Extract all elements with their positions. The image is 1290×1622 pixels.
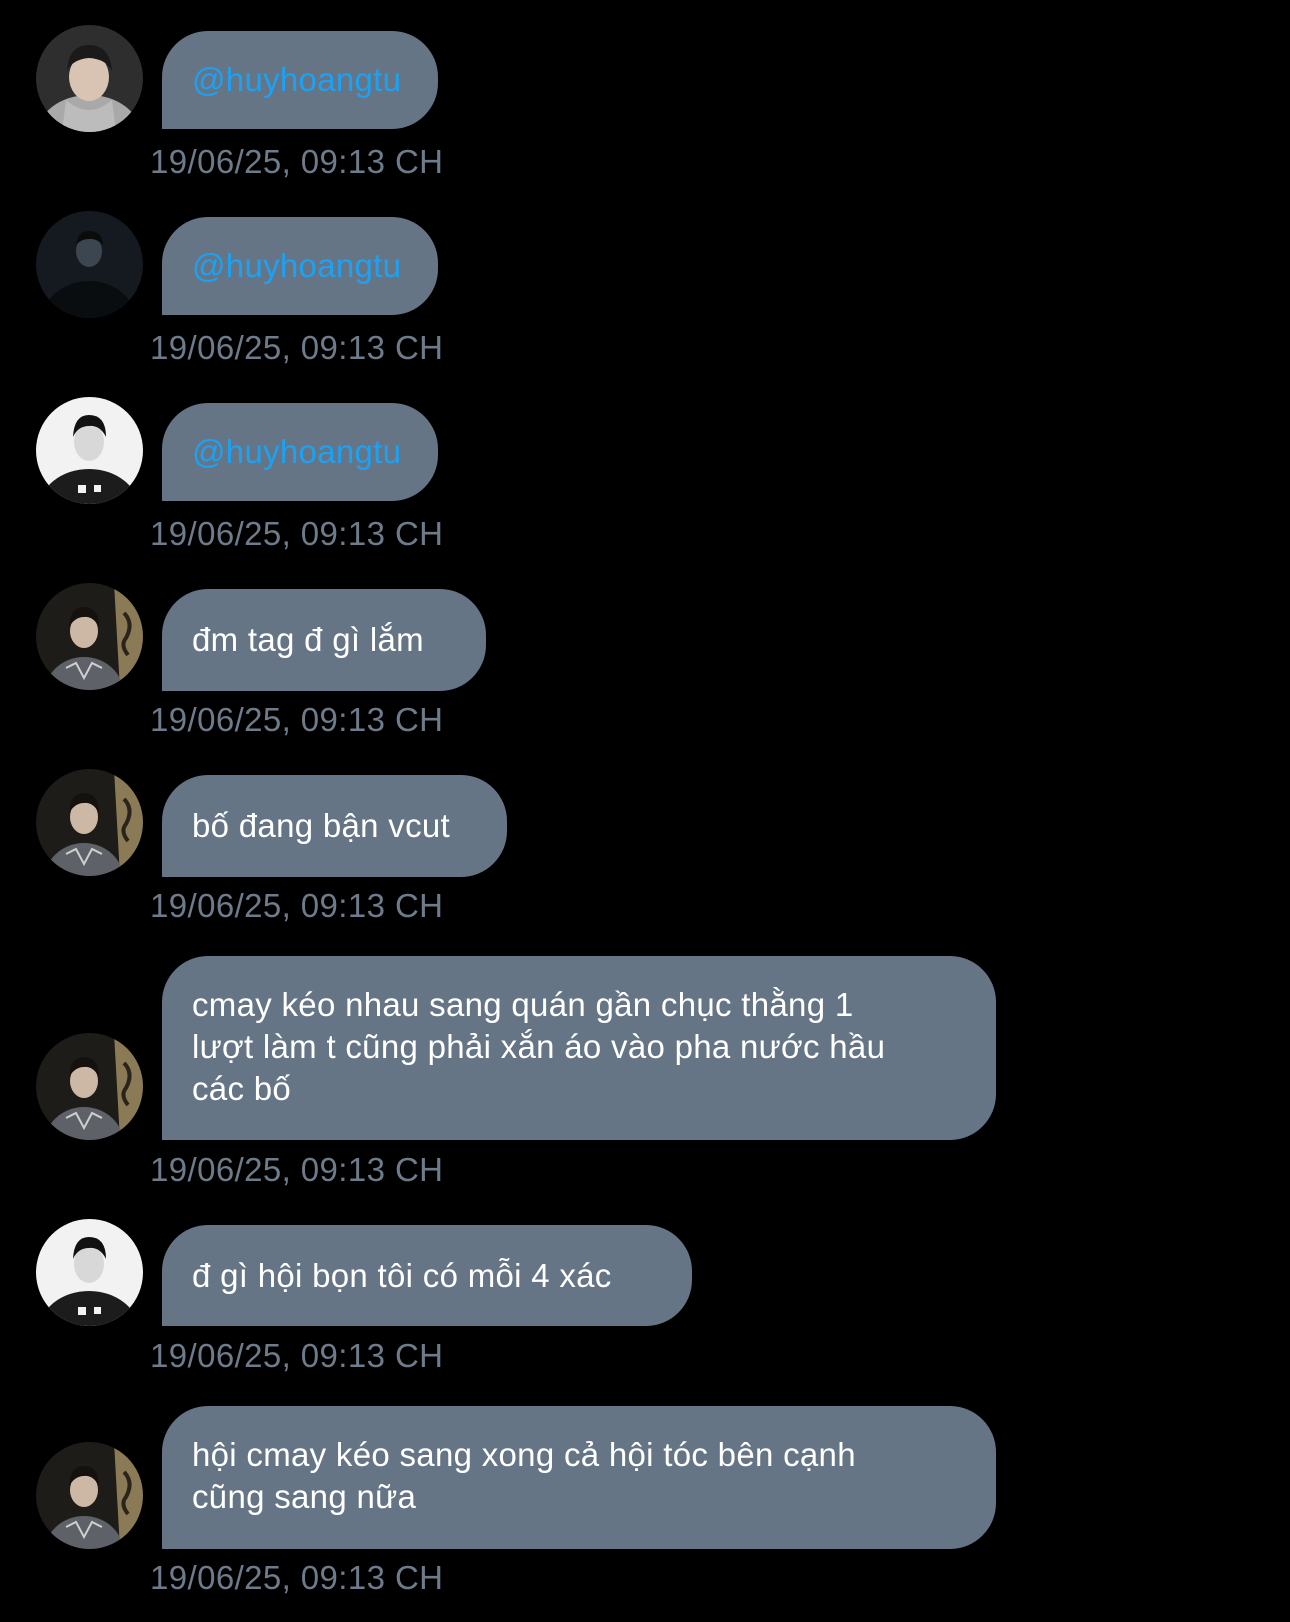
avatar-hoodie-boy-icon[interactable] [36,25,143,132]
avatar-gray-jersey-icon[interactable] [36,1033,143,1140]
mention-link[interactable]: @huyhoangtu [192,245,401,287]
message-bubble[interactable]: đ gì hội bọn tôi có mỗi 4 xác [162,1225,692,1326]
message-bubble[interactable]: hội cmay kéo sang xong cả hội tóc bên cạ… [162,1406,996,1549]
message-timestamp: 19/06/25, 09:13 CH [150,329,444,366]
avatar-gray-jersey-icon[interactable] [36,1442,143,1549]
message-timestamp: 19/06/25, 09:13 CH [150,1151,444,1188]
message-text: cmay kéo nhau sang quán gần chục thằng 1… [192,986,886,1107]
avatar-bw-jersey-icon[interactable] [36,397,143,504]
message-bubble[interactable]: bố đang bận vcut [162,775,507,877]
message-timestamp: 19/06/25, 09:13 CH [150,887,444,924]
message-timestamp: 19/06/25, 09:13 CH [150,1337,444,1374]
message-text: đ gì hội bọn tôi có mỗi 4 xác [192,1256,612,1294]
mention-link[interactable]: @huyhoangtu [192,431,401,473]
mention-link[interactable]: @huyhoangtu [192,59,401,101]
message-text: bố đang bận vcut [192,807,451,844]
avatar-bw-jersey-icon[interactable] [36,1219,143,1326]
message-timestamp: 19/06/25, 09:13 CH [150,701,444,738]
message-text: đm tag đ gì lắm [192,621,424,658]
message-bubble[interactable]: @huyhoangtu [162,403,438,501]
avatar-gray-jersey-icon[interactable] [36,769,143,876]
message-text: hội cmay kéo sang xong cả hội tóc bên cạ… [192,1436,856,1515]
avatar-dark-portrait-icon[interactable] [36,211,143,318]
message-bubble[interactable]: @huyhoangtu [162,31,438,129]
message-bubble[interactable]: đm tag đ gì lắm [162,589,486,691]
message-timestamp: 19/06/25, 09:13 CH [150,515,444,552]
message-timestamp: 19/06/25, 09:13 CH [150,143,444,180]
message-timestamp: 19/06/25, 09:13 CH [150,1559,444,1596]
message-bubble[interactable]: @huyhoangtu [162,217,438,315]
avatar-gray-jersey-icon[interactable] [36,583,143,690]
message-bubble[interactable]: cmay kéo nhau sang quán gần chục thằng 1… [162,956,996,1140]
